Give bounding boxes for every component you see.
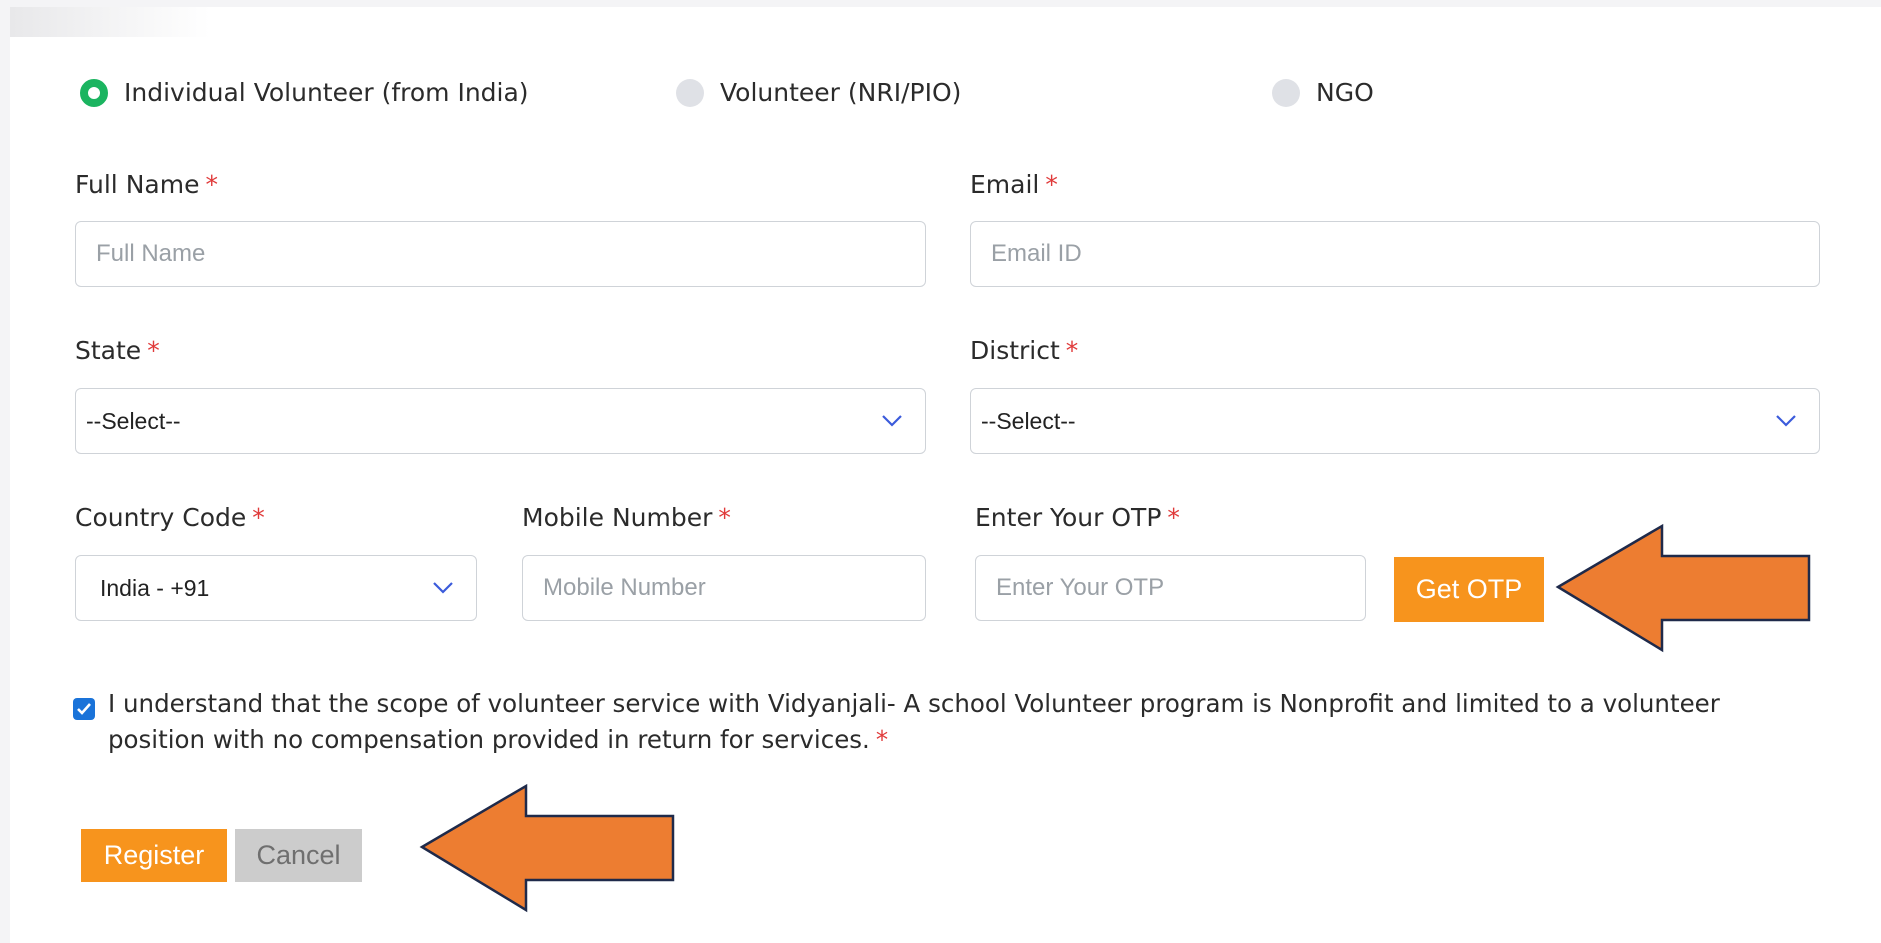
mobile-number-label: Mobile Number *: [522, 503, 731, 532]
otp-input[interactable]: [975, 555, 1366, 621]
required-asterisk: *: [1045, 170, 1058, 199]
register-button[interactable]: Register: [81, 829, 227, 882]
checkmark-icon: [77, 703, 91, 715]
get-otp-button[interactable]: Get OTP: [1394, 557, 1544, 622]
district-select-value: --Select--: [981, 407, 1076, 434]
arrow-left-icon: [1555, 523, 1811, 653]
chevron-down-icon: [882, 415, 902, 427]
registration-form-card: [10, 7, 1881, 943]
state-select-value: --Select--: [86, 407, 181, 434]
chevron-down-icon: [433, 582, 453, 594]
chevron-down-icon: [1776, 415, 1796, 427]
otp-label: Enter Your OTP *: [975, 503, 1180, 532]
required-asterisk: *: [252, 503, 265, 532]
radio-label-ngo: NGO: [1316, 78, 1374, 107]
state-select[interactable]: --Select--: [75, 388, 926, 454]
mobile-number-input[interactable]: [522, 555, 926, 621]
radio-label-nri-pio: Volunteer (NRI/PIO): [720, 78, 962, 107]
district-label: District *: [970, 336, 1079, 365]
radio-unchecked-icon: [1272, 78, 1300, 107]
radio-label-individual: Individual Volunteer (from India): [124, 78, 529, 107]
arrow-left-icon: [419, 783, 675, 913]
email-input[interactable]: [970, 221, 1820, 287]
country-code-value: India - +91: [100, 574, 210, 601]
required-asterisk: *: [1167, 503, 1180, 532]
radio-volunteer-nri-pio[interactable]: Volunteer (NRI/PIO): [676, 78, 961, 107]
required-asterisk: *: [875, 725, 889, 754]
country-code-label: Country Code *: [75, 503, 265, 532]
required-asterisk: *: [147, 336, 160, 365]
state-label: State *: [75, 336, 160, 365]
district-select[interactable]: --Select--: [970, 388, 1820, 454]
required-asterisk: *: [205, 170, 218, 199]
required-asterisk: *: [1065, 336, 1079, 365]
email-label: Email *: [970, 170, 1058, 199]
full-name-label: Full Name *: [75, 170, 218, 199]
cancel-button[interactable]: Cancel: [235, 829, 362, 882]
required-asterisk: *: [718, 503, 731, 532]
full-name-input[interactable]: [75, 221, 926, 287]
corner-shadow: [10, 7, 210, 37]
radio-ngo[interactable]: NGO: [1272, 78, 1374, 107]
consent-text: I understand that the scope of volunteer…: [108, 689, 1720, 754]
country-code-select[interactable]: India - +91: [75, 555, 477, 621]
radio-individual-volunteer[interactable]: Individual Volunteer (from India): [80, 78, 529, 107]
radio-checked-icon: [80, 78, 108, 107]
consent-checkbox[interactable]: [73, 698, 95, 720]
radio-unchecked-icon: [676, 78, 704, 107]
